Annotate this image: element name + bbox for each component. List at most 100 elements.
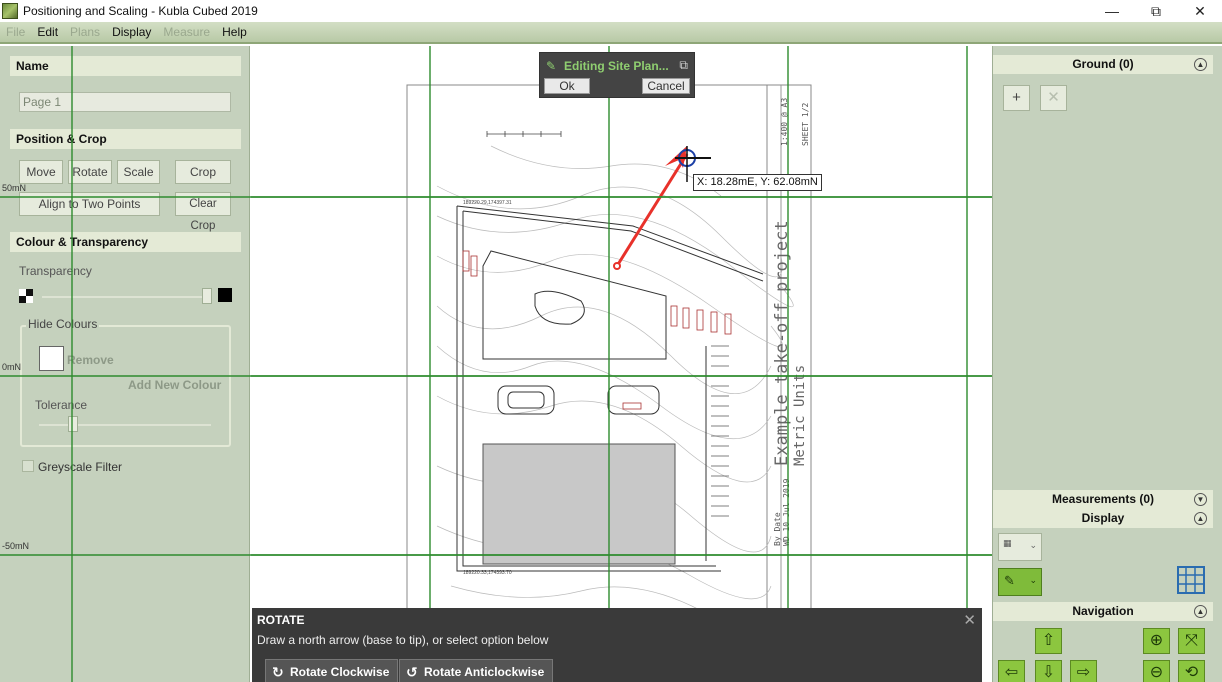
menu-measure[interactable]: Measure bbox=[157, 25, 216, 39]
rotate-anticlockwise-icon: ↺ bbox=[406, 664, 418, 680]
view-2d-dropdown[interactable]: ▦ ⌄ bbox=[998, 533, 1042, 561]
tolerance-slider[interactable] bbox=[39, 424, 211, 426]
view-2d-icon: ▦ bbox=[1003, 538, 1012, 548]
transparency-slider-thumb[interactable] bbox=[202, 288, 212, 304]
greyscale-checkbox[interactable] bbox=[22, 460, 34, 472]
maximize-button[interactable]: ⧉ bbox=[1134, 0, 1178, 22]
window-title: Positioning and Scaling - Kubla Cubed 20… bbox=[23, 4, 258, 18]
tolerance-label: Tolerance bbox=[35, 398, 88, 412]
rotate-anticlockwise-label: Rotate Anticlockwise bbox=[424, 665, 545, 679]
transparency-label: Transparency bbox=[19, 264, 92, 278]
menu-display[interactable]: Display bbox=[106, 25, 157, 39]
external-link-icon[interactable]: ⧉ bbox=[679, 58, 688, 73]
menu-bar: File Edit Plans Display Measure Help bbox=[0, 22, 1222, 44]
date-value: WD 10 Jul 2019 bbox=[782, 478, 791, 546]
menu-edit[interactable]: Edit bbox=[31, 25, 64, 39]
rotate-panel: ROTATE Draw a north arrow (base to tip),… bbox=[252, 608, 982, 682]
rotate-clockwise-label: Rotate Clockwise bbox=[290, 665, 390, 679]
arrow-down-icon: ⇩ bbox=[1041, 664, 1056, 681]
delete-ground-button[interactable]: ✕ bbox=[1040, 85, 1067, 111]
hide-colours-label: Hide Colours bbox=[26, 317, 100, 331]
pencil-icon: ✎ bbox=[546, 59, 557, 73]
left-panel: Name Page 1 Position & Crop Move Rotate … bbox=[0, 46, 250, 682]
zoom-out-button[interactable]: ⊖ bbox=[1143, 660, 1170, 682]
fit-view-button[interactable]: ⤧ bbox=[1178, 628, 1205, 654]
pan-down-button[interactable]: ⇩ bbox=[1035, 660, 1062, 682]
coordinate-readout: X: 18.28mE, Y: 62.08mN bbox=[693, 174, 822, 191]
editing-popup: ✎ Editing Site Plan... ⧉ Ok Cancel bbox=[539, 52, 695, 98]
add-ground-button[interactable]: + bbox=[1003, 85, 1030, 111]
ok-button[interactable]: Ok bbox=[544, 78, 590, 94]
arrow-up-icon: ⇧ bbox=[1041, 632, 1056, 649]
zoom-in-icon: ⊕ bbox=[1149, 632, 1164, 649]
rotate-view-button[interactable]: ⟲ bbox=[1178, 660, 1205, 682]
arrow-left-icon: ⇦ bbox=[1004, 664, 1019, 681]
rotate-view-icon: ⟲ bbox=[1184, 664, 1199, 681]
rotate-title: ROTATE bbox=[257, 613, 305, 627]
chevron-up-icon[interactable]: ▲ bbox=[1194, 512, 1207, 525]
menu-file[interactable]: File bbox=[0, 25, 31, 39]
align-two-points-button[interactable]: Align to Two Points bbox=[19, 192, 160, 216]
chevron-down-icon[interactable]: ▼ bbox=[1194, 493, 1207, 506]
colour-swatch[interactable] bbox=[39, 346, 64, 371]
scale-button[interactable]: Scale bbox=[117, 160, 160, 184]
black-swatch-icon bbox=[218, 288, 232, 302]
minimize-button[interactable]: — bbox=[1090, 0, 1134, 22]
pan-left-button[interactable]: ⇦ bbox=[998, 660, 1025, 682]
page-name-input[interactable]: Page 1 bbox=[19, 92, 231, 112]
close-window-button[interactable]: ✕ bbox=[1178, 0, 1222, 22]
rotate-anticlockwise-button[interactable]: ↺ Rotate Anticlockwise bbox=[399, 659, 554, 682]
navigation-header[interactable]: Navigation ▲ bbox=[993, 602, 1213, 621]
measurements-header[interactable]: Measurements (0) ▼ bbox=[993, 490, 1213, 509]
greyscale-label: Greyscale Filter bbox=[38, 460, 123, 474]
chevron-up-icon[interactable]: ▲ bbox=[1194, 58, 1207, 71]
navigation-title: Navigation bbox=[1072, 604, 1134, 618]
plan-canvas[interactable]: 1:400 @ A3 SHEET 1/2 Example take-off pr… bbox=[251, 46, 992, 682]
tolerance-slider-thumb[interactable] bbox=[68, 416, 78, 432]
remove-colour-button[interactable]: Remove bbox=[67, 353, 114, 367]
north-arrow-line bbox=[615, 153, 689, 267]
display-title: Display bbox=[1081, 511, 1125, 525]
pan-up-button[interactable]: ⇧ bbox=[1035, 628, 1062, 654]
coord-label-top: 189220.29,174397.31 bbox=[463, 200, 512, 206]
cancel-button[interactable]: Cancel bbox=[642, 78, 690, 94]
clear-crop-button[interactable]: Clear Crop bbox=[175, 192, 231, 232]
add-new-colour-button[interactable]: Add New Colour bbox=[128, 378, 221, 392]
units-text: Metric Units bbox=[792, 365, 808, 466]
window-controls: — ⧉ ✕ bbox=[1090, 0, 1222, 22]
close-icon[interactable]: ✕ bbox=[963, 611, 976, 629]
ground-header[interactable]: Ground (0) ▲ bbox=[993, 55, 1213, 74]
checker-icon bbox=[19, 289, 33, 303]
grid-toggle-icon[interactable] bbox=[1176, 565, 1206, 595]
menu-plans[interactable]: Plans bbox=[64, 25, 106, 39]
move-button[interactable]: Move bbox=[19, 160, 63, 184]
display-header[interactable]: Display ▲ bbox=[993, 509, 1213, 528]
zoom-out-icon: ⊖ bbox=[1149, 664, 1164, 681]
zoom-in-button[interactable]: ⊕ bbox=[1143, 628, 1170, 654]
pan-right-button[interactable]: ⇨ bbox=[1070, 660, 1097, 682]
plan-overlay-icon: ✎ bbox=[1004, 573, 1015, 588]
transparency-slider[interactable] bbox=[42, 296, 210, 298]
site-plan-drawing: 1:400 @ A3 SHEET 1/2 Example take-off pr… bbox=[251, 46, 992, 682]
rotate-clockwise-button[interactable]: ↻ Rotate Clockwise bbox=[265, 659, 399, 682]
name-header: Name bbox=[10, 56, 241, 76]
coord-label-bottom: 189220.33,174393.70 bbox=[463, 570, 512, 576]
position-crop-header: Position & Crop bbox=[10, 129, 241, 149]
axis-label-minus50mN: -50mN bbox=[2, 541, 30, 551]
dropdown-arrow-icon: ⌄ bbox=[1029, 575, 1037, 585]
axis-label-0mN: 0mN bbox=[2, 362, 22, 372]
rotate-clockwise-icon: ↻ bbox=[272, 664, 284, 680]
rotate-button[interactable]: Rotate bbox=[68, 160, 112, 184]
north-arrow-base bbox=[613, 262, 621, 270]
axis-label-50mN: 50mN bbox=[2, 183, 27, 193]
crop-button[interactable]: Crop bbox=[175, 160, 231, 184]
menu-help[interactable]: Help bbox=[216, 25, 253, 39]
sheet-label: SHEET 1/2 bbox=[801, 102, 810, 146]
editing-title: Editing Site Plan... bbox=[564, 59, 669, 73]
date-label: By Date bbox=[773, 512, 782, 546]
project-text: Example take-off project bbox=[772, 220, 792, 466]
arrow-right-icon: ⇨ bbox=[1076, 664, 1091, 681]
plan-display-dropdown[interactable]: ✎ ⌄ bbox=[998, 568, 1042, 596]
ground-title: Ground (0) bbox=[1072, 57, 1134, 71]
chevron-up-icon[interactable]: ▲ bbox=[1194, 605, 1207, 618]
